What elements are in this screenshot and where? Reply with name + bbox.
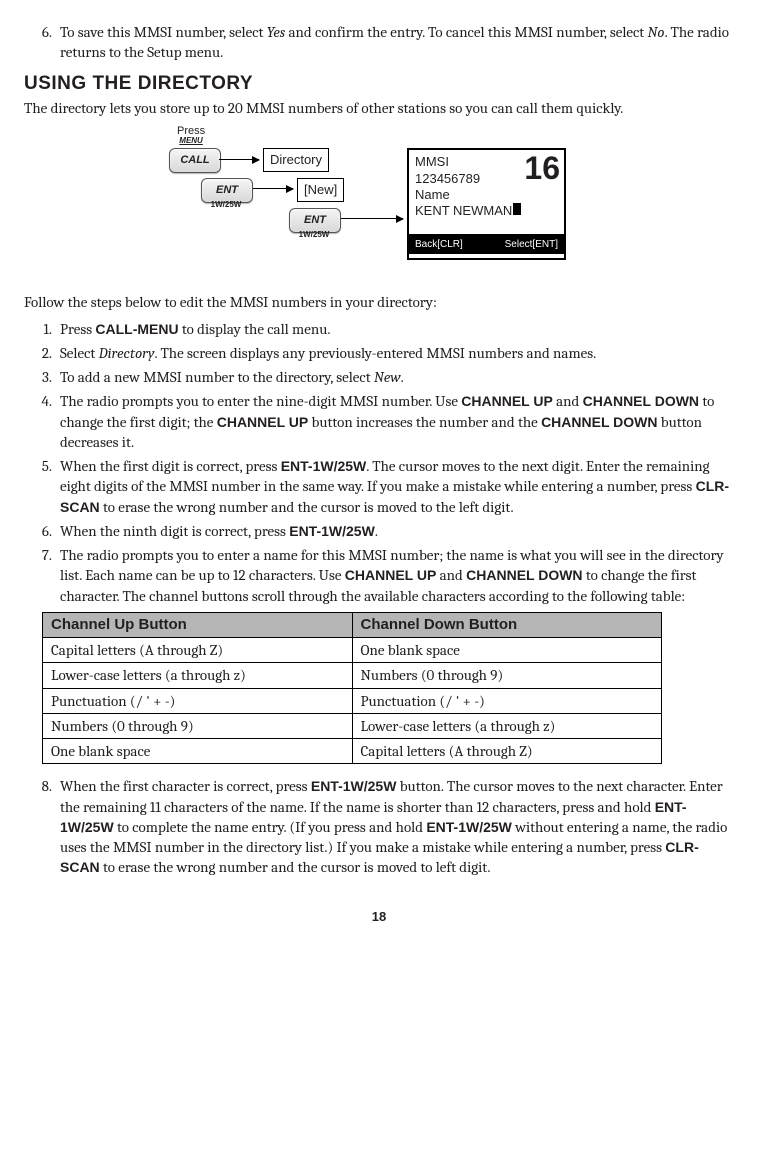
step-1: Press CALL-MENU to display the call menu… [56,319,734,339]
new-box: [New] [297,178,344,202]
table-row: Punctuation (/ ' + -)Punctuation (/ ' + … [43,688,662,713]
steps-list: Press CALL-MENU to display the call menu… [24,319,734,606]
section-heading: USING THE DIRECTORY [24,71,734,97]
screen-back-label: Back[CLR] [409,238,487,252]
flow-diagram: Press MENU CALL Directory ENT 1W/25W [Ne… [159,126,599,286]
ent-sub-2: 1W/25W [289,230,339,241]
screen-line-name-label: Name [415,187,558,203]
step-6: To save this MMSI number, select Yes and… [56,22,734,63]
press-menu-label: Press MENU [177,126,205,145]
step-4: The radio prompts you to enter the nine-… [56,391,734,452]
radio-screen: 16 MMSI 123456789 Name KENT NEWMAN Back[… [407,148,566,260]
arrow-call-to-directory [219,159,259,160]
character-scroll-table: Channel Up Button Channel Down Button Ca… [42,612,662,765]
step-3: To add a new MMSI number to the director… [56,367,734,387]
page-number: 18 [24,908,734,926]
directory-box: Directory [263,148,329,172]
step-6b: When the ninth digit is correct, press E… [56,521,734,541]
th-channel-up: Channel Up Button [43,612,353,637]
table-row: Numbers (0 through 9)Lower-case letters … [43,713,662,738]
follow-line: Follow the steps below to edit the MMSI … [24,292,734,312]
table-row: Lower-case letters (a through z)Numbers … [43,663,662,688]
step-2: Select Directory. The screen displays an… [56,343,734,363]
th-channel-down: Channel Down Button [352,612,662,637]
table-row: Capital letters (A through Z)One blank s… [43,638,662,663]
prior-steps-list: To save this MMSI number, select Yes and… [24,22,734,63]
screen-select-label: Select[ENT] [487,238,565,252]
ent-sub-1: 1W/25W [201,200,251,211]
channel-number: 16 [524,148,560,188]
arrow-ent-to-screen [341,218,403,219]
step-7: The radio prompts you to enter a name fo… [56,545,734,606]
step-5: When the first digit is correct, press E… [56,456,734,517]
cursor-icon [513,203,521,215]
step-8: When the first character is correct, pre… [56,776,734,877]
arrow-ent-to-new [253,188,293,189]
steps-list-cont: When the first character is correct, pre… [24,776,734,877]
screen-line-name-value: KENT NEWMAN [415,203,558,219]
call-key: CALL [169,148,221,173]
table-row: One blank spaceCapital letters (A throug… [43,739,662,764]
intro-text: The directory lets you store up to 20 MM… [24,98,734,118]
